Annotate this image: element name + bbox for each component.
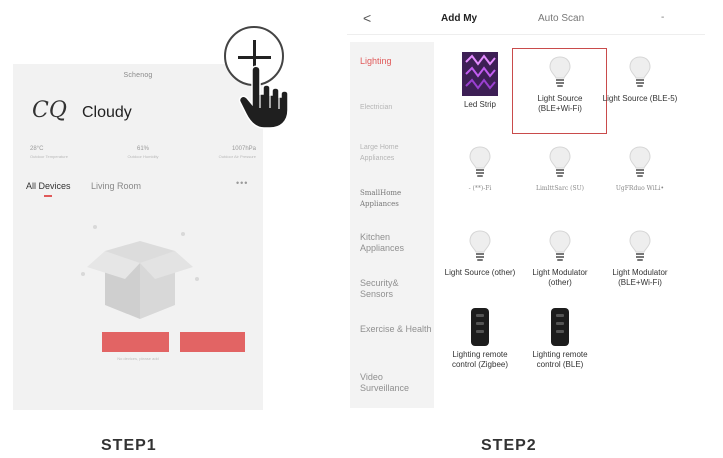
category-exercise-health[interactable]: Exercise & Health xyxy=(360,324,432,335)
bulb-icon xyxy=(549,230,571,261)
device-light-modulator-ble-wifi[interactable]: Light Modulator (BLE+Wi-Fi) xyxy=(600,230,680,288)
weather-stats: 28°C Outdoor Temperature 61% Outdoor Hum… xyxy=(30,146,256,159)
device-name: Lighting remote control (Zigbee) xyxy=(451,350,509,369)
stat-value: 28°C xyxy=(30,146,44,152)
stat-label: Outdoor Air Pressure xyxy=(218,154,256,159)
bulb-icon xyxy=(629,56,651,87)
category-large-home-appliances[interactable]: Large Home Appliances xyxy=(360,142,432,164)
stat-label: Outdoor Humidity xyxy=(127,154,159,159)
category-electrician[interactable]: Electrician xyxy=(360,102,432,113)
stat-label: Outdoor Temperature xyxy=(30,154,68,159)
category-video-surveillance[interactable]: Video Surveillance xyxy=(360,372,432,394)
device-name: Light Modulator (BLE+Wi-Fi) xyxy=(612,268,668,287)
remote-icon xyxy=(471,308,489,346)
empty-devices-message: No devices, please add xyxy=(117,356,159,361)
pointing-hand-icon xyxy=(238,65,289,129)
device-name: LimlttSarc (SU) xyxy=(535,185,584,192)
back-icon[interactable]: < xyxy=(363,10,371,26)
more-icon[interactable]: ••• xyxy=(236,178,248,188)
stat-pressure: 1007hPa Outdoor Air Pressure xyxy=(190,146,256,159)
weather-label: Cloudy xyxy=(82,104,132,121)
device-led-strip[interactable]: Led Strip xyxy=(440,52,520,110)
add-device-button[interactable] xyxy=(102,332,169,352)
tab-add-manually[interactable]: Add My xyxy=(441,13,477,24)
stat-value: 61% xyxy=(136,146,149,152)
led-strip-icon xyxy=(462,52,498,96)
device-name: - (**)-Fi xyxy=(468,185,492,192)
device-name: Lighting remote control (BLE) xyxy=(532,350,588,369)
category-sidebar: Lighting Electrician Large Home Applianc… xyxy=(350,42,434,408)
empty-box-icon xyxy=(81,225,199,319)
step2-label: STEP2 xyxy=(481,437,537,454)
bulb-icon xyxy=(469,146,491,177)
remote-icon xyxy=(551,308,569,346)
stat-value: 1007hPa xyxy=(231,146,256,152)
bulb-icon xyxy=(549,56,571,87)
divider xyxy=(347,34,705,35)
scan-icon[interactable]: - xyxy=(661,12,664,23)
category-security-sensors[interactable]: Security& Sensors xyxy=(360,278,432,300)
bulb-icon xyxy=(469,230,491,261)
stat-temperature: 28°C Outdoor Temperature xyxy=(30,146,96,159)
device-name: Light Modulator (other) xyxy=(532,268,588,287)
device-light-source-zigbee[interactable]: LimlttSarc (SU) xyxy=(520,146,600,194)
device-light-source-other[interactable]: Light Source (other) xyxy=(440,230,520,278)
device-name: UgFRduo WiLi• xyxy=(615,185,665,192)
device-light-modulator-wifi[interactable]: UgFRduo WiLi• xyxy=(600,146,680,194)
device-name: Led Strip xyxy=(463,100,497,109)
step2-add-device-screen: < Add My Auto Scan - Lighting Electricia… xyxy=(347,0,705,410)
device-lighting-remote-zigbee[interactable]: Lighting remote control (Zigbee) xyxy=(440,308,520,370)
step1-app-screen: Schenog CQ Cloudy 28°C Outdoor Temperatu… xyxy=(13,64,263,410)
category-lighting[interactable]: Lighting xyxy=(360,56,432,67)
tab-living-room[interactable]: Living Room xyxy=(91,181,141,191)
device-light-source-ble-wifi[interactable]: Light Source (BLE+Wi-Fi) xyxy=(520,56,600,114)
tab-auto-scan[interactable]: Auto Scan xyxy=(538,13,584,24)
category-kitchen-appliances[interactable]: Kitchen Appliances xyxy=(360,232,432,254)
home-name[interactable]: Schenog xyxy=(13,72,263,79)
device-light-modulator-other[interactable]: Light Modulator (other) xyxy=(520,230,600,288)
device-lighting-remote-ble[interactable]: Lighting remote control (BLE) xyxy=(520,308,600,370)
scan-device-button[interactable] xyxy=(180,332,245,352)
bulb-icon xyxy=(549,146,571,177)
cloudy-icon: CQ xyxy=(32,98,67,123)
stat-humidity: 61% Outdoor Humidity xyxy=(110,146,176,159)
bulb-icon xyxy=(629,146,651,177)
device-name: Light Source (BLE+Wi-Fi) xyxy=(537,94,583,113)
device-name: Light Source (other) xyxy=(444,268,516,277)
step1-label: STEP1 xyxy=(101,437,157,454)
bulb-icon xyxy=(629,230,651,261)
active-tab-indicator xyxy=(44,195,52,197)
category-small-home-appliances[interactable]: SmallHome Appliances xyxy=(360,188,432,210)
tab-all-devices[interactable]: All Devices xyxy=(26,181,71,191)
device-light-source-wifi[interactable]: - (**)-Fi xyxy=(440,146,520,194)
device-name: Light Source (BLE-5) xyxy=(602,94,678,103)
device-light-source-ble[interactable]: Light Source (BLE-5) xyxy=(600,56,680,104)
